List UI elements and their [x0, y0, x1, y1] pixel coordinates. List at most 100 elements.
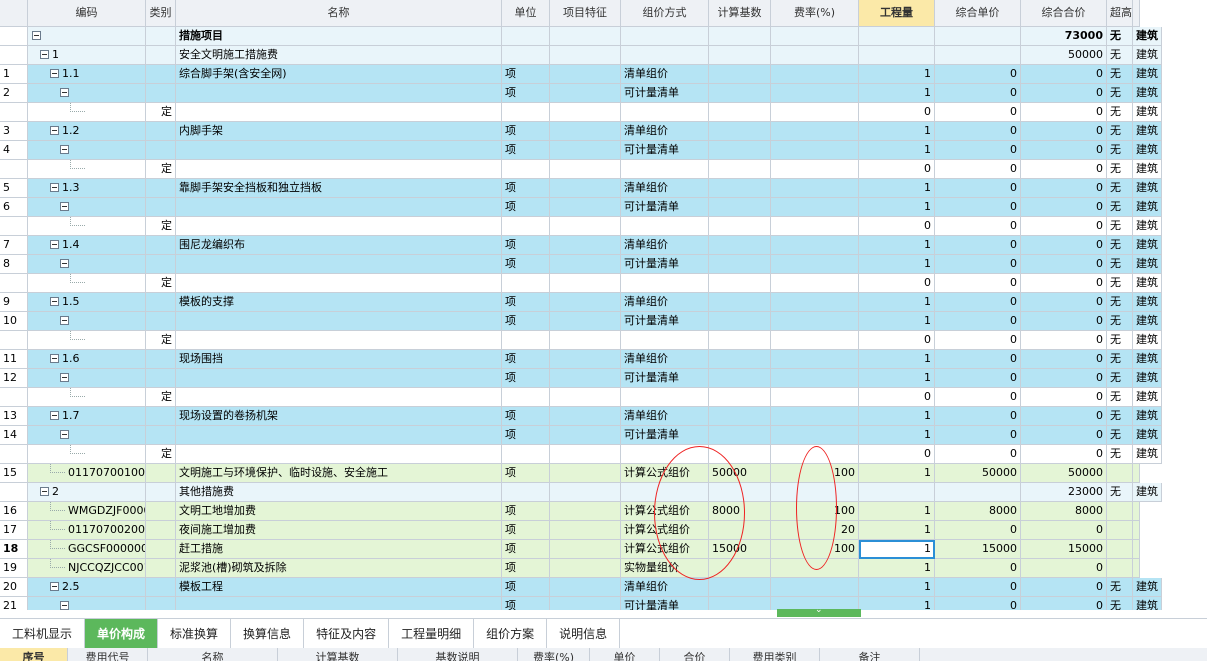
cell-rate[interactable] [771, 84, 859, 103]
cell-method[interactable]: 可计量清单 [621, 369, 709, 388]
collapse-icon[interactable] [60, 144, 69, 154]
cell-rate[interactable] [771, 331, 859, 350]
cell-code[interactable] [28, 141, 146, 160]
cell-total[interactable]: 0 [1021, 84, 1107, 103]
cell-total[interactable]: 0 [1021, 293, 1107, 312]
cell-unit[interactable] [502, 483, 550, 502]
cell-name[interactable]: 措施项目 [176, 27, 502, 46]
cell-unit[interactable]: 项 [502, 198, 550, 217]
table-row[interactable]: 定 0 0 0 无建筑 [0, 103, 1207, 122]
table-row[interactable]: 14 项可计量清单 1 0 0 无建筑 [0, 426, 1207, 445]
cell-unit[interactable]: 项 [502, 578, 550, 597]
cell-qty[interactable]: 1 [859, 255, 935, 274]
cell-unit[interactable] [502, 217, 550, 236]
cell-rate[interactable] [771, 46, 859, 65]
cell-base[interactable] [709, 388, 771, 407]
cell-method[interactable] [621, 388, 709, 407]
cell-total[interactable]: 15000 [1021, 540, 1107, 559]
cell-unit-price[interactable]: 0 [935, 293, 1021, 312]
cell-type[interactable] [146, 369, 176, 388]
cell-base[interactable] [709, 521, 771, 540]
cell-feature[interactable] [550, 597, 621, 610]
cell-feature[interactable] [550, 331, 621, 350]
cell-base[interactable] [709, 578, 771, 597]
cell-code[interactable] [28, 103, 146, 122]
cell-base[interactable] [709, 597, 771, 610]
header-efficiency[interactable]: 超高降效 [1107, 0, 1133, 27]
cell-base[interactable] [709, 198, 771, 217]
cell-efficiency[interactable] [1107, 502, 1133, 521]
header-type[interactable]: 类别 [146, 0, 176, 27]
cell-name[interactable] [176, 274, 502, 293]
detail-header-5[interactable]: 费率(%) [518, 648, 590, 661]
cell-total[interactable]: 0 [1021, 198, 1107, 217]
cell-base[interactable] [709, 483, 771, 502]
collapse-icon[interactable] [60, 258, 69, 268]
cell-base[interactable] [709, 179, 771, 198]
cell-efficiency[interactable]: 无 [1107, 217, 1133, 236]
cell-total[interactable]: 73000 [1021, 27, 1107, 46]
cell-rate[interactable] [771, 141, 859, 160]
detail-header-4[interactable]: 基数说明 [398, 648, 518, 661]
cell-method[interactable]: 可计量清单 [621, 312, 709, 331]
cell-extra[interactable]: 建筑 [1133, 122, 1162, 141]
cell-total[interactable]: 23000 [1021, 483, 1107, 502]
cell-unit-price[interactable]: 0 [935, 65, 1021, 84]
cell-base[interactable] [709, 27, 771, 46]
cell-feature[interactable] [550, 540, 621, 559]
cell-unit[interactable]: 项 [502, 141, 550, 160]
collapse-icon[interactable] [50, 581, 59, 591]
cell-code[interactable] [28, 255, 146, 274]
cell-unit[interactable] [502, 27, 550, 46]
cell-extra[interactable]: 建筑 [1133, 179, 1162, 198]
cell-extra[interactable]: 建筑 [1133, 293, 1162, 312]
cell-extra[interactable]: 建筑 [1133, 217, 1162, 236]
cell-efficiency[interactable]: 无 [1107, 312, 1133, 331]
cell-unit[interactable] [502, 46, 550, 65]
cell-unit-price[interactable]: 0 [935, 388, 1021, 407]
cell-rate[interactable] [771, 236, 859, 255]
cell-name[interactable]: 靠脚手架安全挡板和独立挡板 [176, 179, 502, 198]
cell-type[interactable] [146, 84, 176, 103]
tab-5[interactable]: 工程量明细 [389, 619, 475, 649]
cell-name[interactable] [176, 597, 502, 610]
cell-rate[interactable] [771, 350, 859, 369]
cell-feature[interactable] [550, 388, 621, 407]
cell-code[interactable]: 011707001001 [28, 464, 146, 483]
cell-name[interactable] [176, 331, 502, 350]
cell-total[interactable]: 50000 [1021, 464, 1107, 483]
cell-extra[interactable]: 建筑 [1133, 578, 1162, 597]
cell-unit[interactable]: 项 [502, 559, 550, 578]
cell-feature[interactable] [550, 407, 621, 426]
detail-header-3[interactable]: 计算基数 [278, 648, 398, 661]
cell-rate[interactable] [771, 122, 859, 141]
table-row[interactable]: 定 0 0 0 无建筑 [0, 388, 1207, 407]
tab-2[interactable]: 标准换算 [158, 619, 232, 649]
cell-name[interactable]: 综合脚手架(含安全网) [176, 65, 502, 84]
cell-type[interactable] [146, 483, 176, 502]
cell-unit-price[interactable]: 50000 [935, 464, 1021, 483]
cell-efficiency[interactable]: 无 [1107, 84, 1133, 103]
cell-feature[interactable] [550, 502, 621, 521]
table-row[interactable]: 4 项可计量清单 1 0 0 无建筑 [0, 141, 1207, 160]
cell-type[interactable] [146, 540, 176, 559]
cell-total[interactable]: 0 [1021, 426, 1107, 445]
cell-qty[interactable]: 1 [859, 407, 935, 426]
cell-efficiency[interactable]: 无 [1107, 198, 1133, 217]
cell-base[interactable] [709, 65, 771, 84]
cell-feature[interactable] [550, 521, 621, 540]
collapse-icon[interactable] [50, 239, 59, 249]
cell-efficiency[interactable]: 无 [1107, 388, 1133, 407]
table-row[interactable]: 1 1.1 综合脚手架(含安全网) 项清单组价 1 0 0 无建筑 [0, 65, 1207, 84]
cell-qty[interactable]: 1 [859, 521, 935, 540]
cell-rate[interactable]: 100 [771, 464, 859, 483]
cell-method[interactable]: 可计量清单 [621, 84, 709, 103]
header-extra[interactable] [1133, 0, 1140, 27]
cell-rate[interactable] [771, 27, 859, 46]
cell-unit[interactable]: 项 [502, 350, 550, 369]
cell-code[interactable]: 1.4 [28, 236, 146, 255]
cell-unit-price[interactable]: 8000 [935, 502, 1021, 521]
cell-total[interactable]: 0 [1021, 559, 1107, 578]
cell-rate[interactable] [771, 217, 859, 236]
cell-feature[interactable] [550, 217, 621, 236]
